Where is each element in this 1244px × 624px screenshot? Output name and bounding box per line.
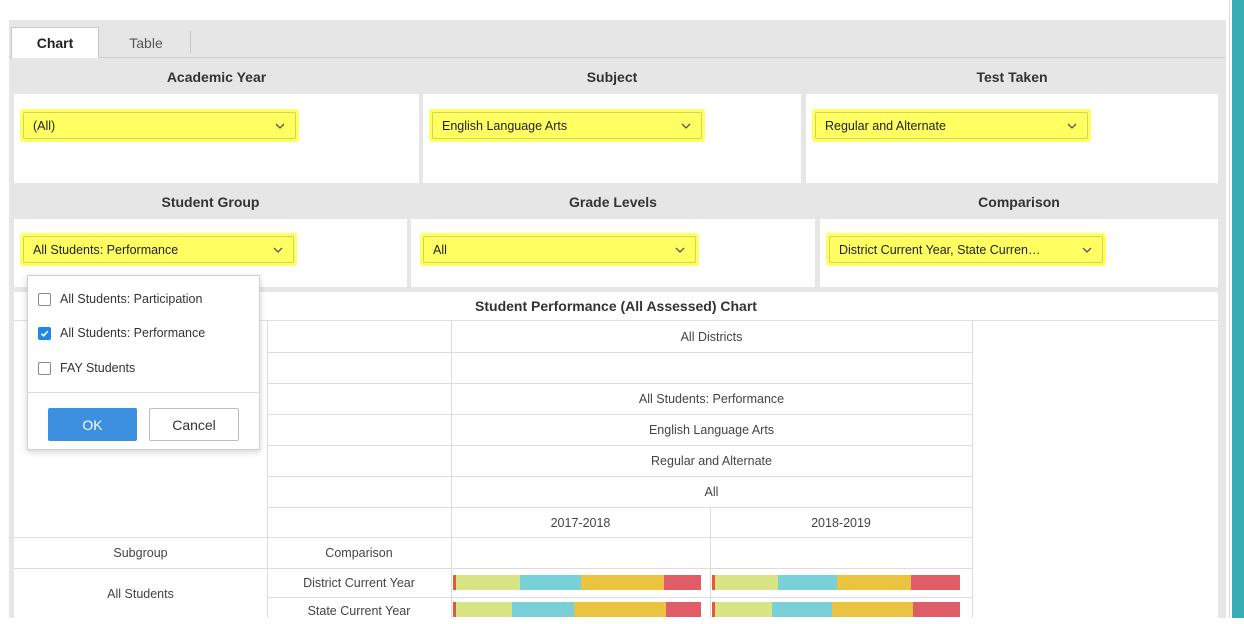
header-row-grade: All [704,485,719,499]
comparison-district-current-year: District Current Year [303,576,415,590]
header-row-student-group: All Students: Performance [638,392,785,406]
academic-year-dropdown[interactable]: (All) [20,109,299,142]
test-taken-label: Test Taken [806,62,1218,92]
comparison-dropdown[interactable]: District Current Year, State Curren… [826,233,1106,266]
option-performance-label: All Students: Performance [60,326,206,340]
bar-segment[interactable] [837,575,912,590]
tab-bar [9,20,1226,58]
checkbox-performance[interactable] [38,326,51,340]
subject-label: Subject [423,62,801,92]
test-taken-dropdown[interactable]: Regular and Alternate [812,109,1091,142]
option-participation[interactable]: All Students: Participation [38,288,202,310]
checkbox-fay[interactable] [38,361,51,375]
bar-segment[interactable] [832,602,913,617]
academic-year-value: (All) [33,118,56,133]
bar-segment[interactable] [519,575,581,590]
cancel-button[interactable]: Cancel [149,408,239,441]
year-header-2018: 2018-2019 [811,515,871,530]
accent-scrollbar[interactable] [1232,0,1244,618]
chevron-down-icon [681,123,691,129]
option-participation-label: All Students: Participation [60,292,203,306]
tab-chart[interactable]: Chart [11,27,99,58]
comparison-label: Comparison [820,187,1218,217]
chevron-down-icon [275,123,285,129]
bar-segment[interactable] [911,575,960,590]
bar-segment[interactable] [778,575,838,590]
popup-divider [28,392,259,393]
ok-button[interactable]: OK [48,408,137,441]
option-fay-label: FAY Students [60,361,136,375]
chevron-down-icon [675,247,685,253]
subject-dropdown[interactable]: English Language Arts [429,109,705,142]
year-header-2017: 2017-2018 [550,515,611,530]
chevron-down-icon [273,247,283,253]
student-group-value: All Students: Performance [33,242,179,257]
header-row-blank [451,353,972,383]
student-group-label: Student Group [14,187,407,217]
header-row-subject: English Language Arts [648,423,775,437]
comparison-state-current-year: State Current Year [307,604,411,618]
header-row-test-taken: Regular and Alternate [651,454,772,468]
bar-segment[interactable] [455,575,520,590]
student-group-dropdown[interactable]: All Students: Performance [20,233,297,266]
grade-levels-value: All [433,242,447,257]
header-row-district: All Districts [680,330,743,344]
grade-levels-dropdown[interactable]: All [420,233,699,266]
check-icon [40,330,49,337]
subgroup-all-students: All Students [107,586,174,601]
bar-segment[interactable] [714,575,779,590]
bar-segment[interactable] [581,575,664,590]
grade-levels-label: Grade Levels [411,187,815,217]
subgroup-header: Subgroup [113,546,168,560]
option-fay[interactable]: FAY Students [38,357,135,379]
tab-separator [190,31,191,53]
checkbox-participation[interactable] [38,292,51,306]
bar-segment[interactable] [512,602,575,617]
student-group-popup: All Students: Participation All Students… [27,275,260,450]
bar-segment[interactable] [455,602,513,617]
grid-line [972,321,973,618]
bar-segment[interactable] [663,575,701,590]
bar-segment[interactable] [665,602,701,617]
right-divider [1229,0,1230,618]
academic-year-label: Academic Year [14,62,419,92]
test-taken-value: Regular and Alternate [825,118,946,133]
subject-value: English Language Arts [442,118,568,133]
chevron-down-icon [1082,247,1092,253]
bar-segment[interactable] [913,602,960,617]
chevron-down-icon [1067,123,1077,129]
option-performance[interactable]: All Students: Performance [38,322,205,344]
bar-segment[interactable] [574,602,666,617]
bar-segment[interactable] [714,602,773,617]
comparison-value: District Current Year, State Curren… [839,242,1041,257]
tab-table[interactable]: Table [102,27,190,58]
bar-segment[interactable] [772,602,833,617]
comparison-header: Comparison [325,546,393,560]
